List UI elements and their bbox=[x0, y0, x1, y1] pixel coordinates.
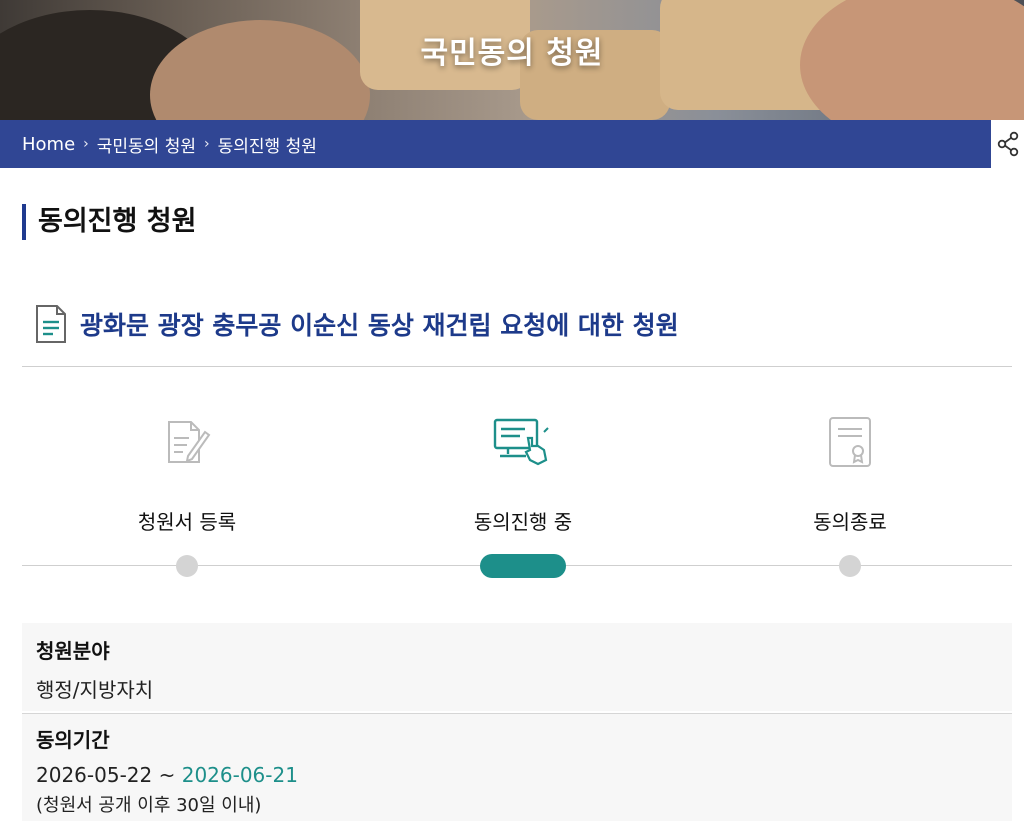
breadcrumb-home-link[interactable]: Home bbox=[22, 134, 75, 155]
info-period-value: 2026-05-22 ~ 2026-06-21 bbox=[36, 763, 998, 787]
step-closed: 동의종료 bbox=[750, 410, 950, 535]
document-pen-icon bbox=[168, 421, 211, 463]
info-period-label: 동의기간 bbox=[36, 728, 110, 752]
info-category: 청원분야 행정/지방자치 bbox=[22, 623, 1012, 711]
step-registration: 청원서 등록 bbox=[87, 410, 287, 535]
step-in-progress: 동의진행 중 bbox=[423, 410, 623, 535]
breadcrumb-item-petition[interactable]: 국민동의 청원 bbox=[97, 132, 196, 157]
computer-click-icon bbox=[493, 418, 549, 466]
step-label: 동의진행 중 bbox=[473, 510, 573, 534]
breadcrumb-bar: Home › 국민동의 청원 › 동의진행 청원 bbox=[0, 120, 1024, 168]
certificate-icon bbox=[829, 417, 871, 467]
info-period: 동의기간 2026-05-22 ~ 2026-06-21 (청원서 공개 이후 … bbox=[22, 713, 1012, 821]
period-separator: ~ bbox=[152, 763, 182, 787]
progress-steps: 청원서 등록 동의진행 중 동의종료 bbox=[22, 410, 1012, 590]
period-start-date: 2026-05-22 bbox=[36, 763, 153, 787]
info-category-label: 청원분야 bbox=[36, 639, 110, 663]
hero-banner: 국민동의 청원 bbox=[0, 0, 1024, 120]
step-label: 청원서 등록 bbox=[137, 510, 237, 534]
divider bbox=[22, 366, 1012, 367]
share-icon bbox=[997, 131, 1019, 157]
petition-title-row: 광화문 광장 충무공 이순신 동상 재건립 요청에 대한 청원 bbox=[34, 304, 679, 344]
step-label: 동의종료 bbox=[813, 510, 887, 534]
document-icon bbox=[36, 305, 66, 343]
breadcrumb: Home › 국민동의 청원 › 동의진행 청원 bbox=[22, 120, 317, 168]
info-category-value: 행정/지방자치 bbox=[36, 678, 154, 702]
period-end-date: 2026-06-21 bbox=[181, 763, 298, 787]
hero-title: 국민동의 청원 bbox=[420, 36, 604, 71]
share-button[interactable] bbox=[991, 120, 1024, 168]
progress-dot-closed bbox=[839, 555, 861, 577]
breadcrumb-separator-icon: › bbox=[83, 136, 89, 152]
breadcrumb-separator-icon: › bbox=[204, 136, 210, 152]
petition-title: 광화문 광장 충무공 이순신 동상 재건립 요청에 대한 청원 bbox=[80, 311, 679, 340]
progress-indicator-active bbox=[480, 554, 566, 578]
breadcrumb-item-current: 동의진행 청원 bbox=[217, 136, 317, 157]
page-title: 동의진행 청원 bbox=[22, 204, 196, 240]
progress-dot-registration bbox=[176, 555, 198, 577]
info-period-note: (청원서 공개 이후 30일 이내) bbox=[36, 795, 262, 816]
